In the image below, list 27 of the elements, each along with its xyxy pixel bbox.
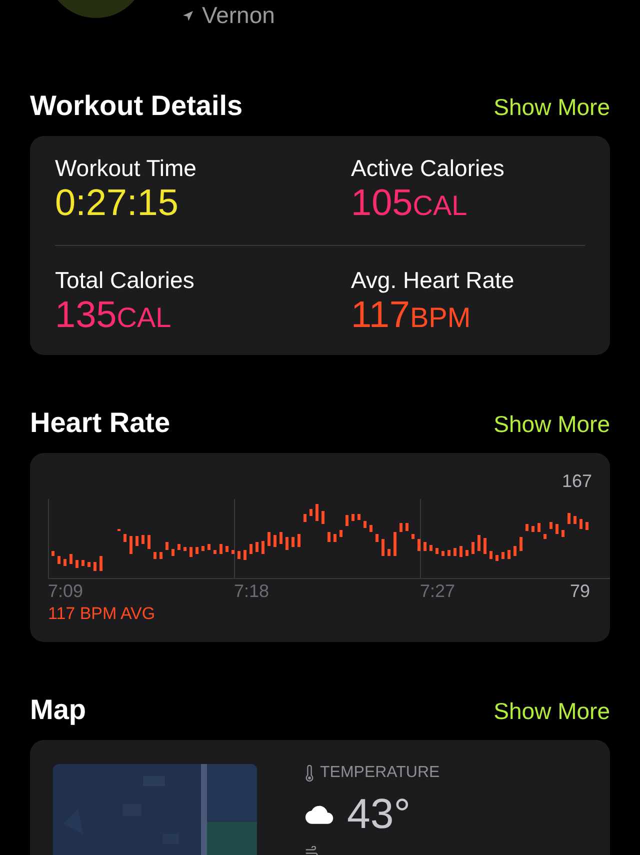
time-label: 7:09 bbox=[48, 581, 84, 602]
max-value-label: 167 bbox=[562, 471, 592, 492]
temperature-label: TEMPERATURE bbox=[320, 764, 440, 782]
show-more-link[interactable]: Show More bbox=[494, 94, 610, 121]
time-label: 7:18 bbox=[234, 581, 270, 602]
average-heart-rate: 117 BPM AVG bbox=[48, 604, 156, 624]
time-label: 7:27 bbox=[420, 581, 456, 602]
show-more-link[interactable]: Show More bbox=[494, 698, 610, 725]
metric-value: 105CAL bbox=[351, 182, 468, 225]
cloud-icon bbox=[305, 804, 335, 824]
location-text: Vernon bbox=[202, 2, 275, 29]
metric-label: Total Calories bbox=[55, 266, 196, 294]
show-more-link[interactable]: Show More bbox=[494, 411, 610, 438]
temperature-value: 43° bbox=[347, 790, 411, 838]
metric-value: 117BPM bbox=[351, 294, 472, 337]
metric-label: Workout Time bbox=[55, 154, 198, 182]
metric-value: 135CAL bbox=[55, 294, 172, 337]
wind-icon bbox=[305, 846, 319, 855]
metric-value: 0:27:15 bbox=[55, 182, 180, 224]
metric-label: Active Calories bbox=[351, 154, 506, 182]
location-arrow-icon bbox=[182, 10, 194, 22]
section-title: Map bbox=[30, 694, 86, 726]
section-title: Heart Rate bbox=[30, 407, 170, 439]
thermometer-icon bbox=[305, 764, 314, 782]
section-title: Workout Details bbox=[30, 90, 243, 122]
min-value-label: 79 bbox=[570, 581, 590, 602]
metric-label: Avg. Heart Rate bbox=[351, 266, 516, 294]
